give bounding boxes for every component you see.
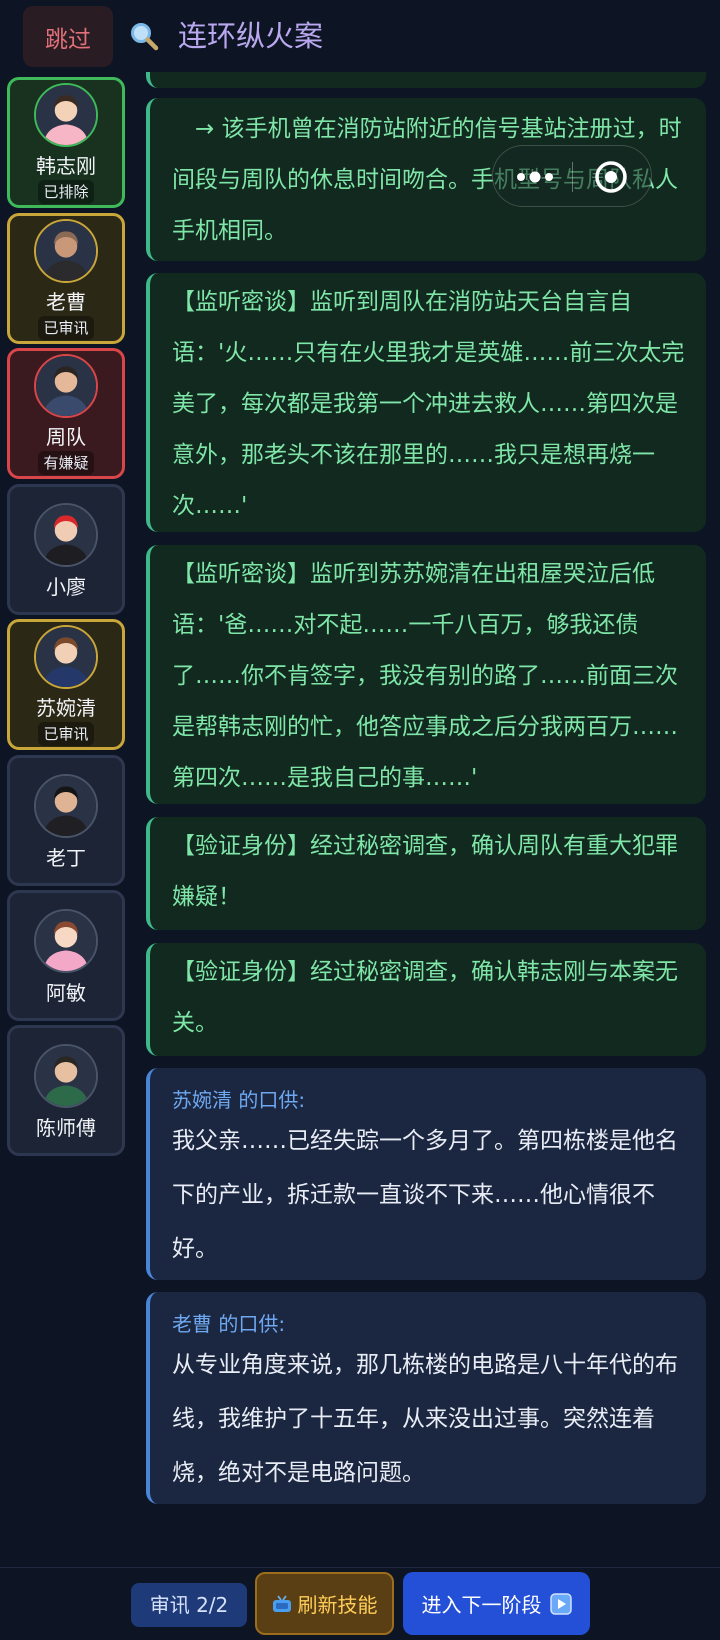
suspect-status-badge: 有嫌疑	[38, 451, 94, 475]
close-target-icon[interactable]	[593, 159, 629, 195]
testimony-card: 老曹 的口供: 从专业角度来说，那几栋楼的电路是八十年代的布线，我维护了十五年，…	[146, 1292, 706, 1504]
suspect-name: 阿敏	[46, 981, 86, 1005]
clue-text: 【监听密谈】监听到周队在消防站天台自言自语：'火……只有在火里我才是英雄……前三…	[172, 289, 685, 519]
suspect-card[interactable]: 韩志刚 已排除	[7, 77, 125, 208]
suspect-avatar	[34, 625, 98, 689]
search-icon	[131, 23, 159, 51]
clue-text: 【验证身份】经过秘密调查，确认周队有重大犯罪嫌疑！	[172, 833, 678, 910]
suspect-avatar	[34, 503, 98, 567]
suspect-card[interactable]: 苏婉清 已审讯	[7, 619, 125, 750]
suspect-card[interactable]: 老曹 已审讯	[7, 213, 125, 344]
next-stage-label: 进入下一阶段	[421, 1593, 542, 1617]
suspect-avatar	[34, 83, 98, 147]
interrogation-count: 审讯 2/2	[131, 1583, 247, 1627]
capsule-divider	[572, 162, 573, 192]
suspect-card[interactable]: 陈师傅	[7, 1025, 125, 1156]
testimony-text: 从专业角度来说，那几栋楼的电路是八十年代的布线，我维护了十五年，从来没出过事。突…	[172, 1352, 678, 1486]
more-options-icon[interactable]	[513, 162, 557, 192]
next-stage-button[interactable]: 进入下一阶段	[403, 1572, 590, 1635]
testimony-card: 苏婉清 的口供: 我父亲……已经失踪一个多月了。第四栋楼是他名下的产业，拆迁款一…	[146, 1068, 706, 1280]
suspect-name: 陈师傅	[36, 1116, 96, 1140]
refresh-skill-label: 刷新技能	[297, 1593, 378, 1617]
suspect-status-badge: 已排除	[38, 180, 94, 204]
clue-text: 【监听密谈】监听到苏苏婉清在出租屋哭泣后低语：'爸……对不起……一千八百万，够我…	[172, 561, 678, 791]
case-title: 连环纵火案	[178, 19, 324, 53]
suspect-card[interactable]: 阿敏	[7, 890, 125, 1021]
clue-card: 【监听密谈】监听到周队在消防站天台自言自语：'火……只有在火里我才是英雄……前三…	[146, 273, 706, 532]
testimony-speaker: 老曹 的口供:	[172, 1312, 286, 1336]
testimony-speaker: 苏婉清 的口供:	[172, 1088, 306, 1112]
suspect-avatar	[34, 774, 98, 838]
suspect-name: 老丁	[46, 846, 86, 870]
suspect-card[interactable]: 周队 有嫌疑	[7, 348, 125, 479]
suspect-name: 周队	[46, 425, 86, 449]
refresh-skill-button[interactable]: 刷新技能	[255, 1572, 394, 1635]
clue-card: 【验证身份】经过秘密调查，确认周队有重大犯罪嫌疑！	[146, 817, 706, 930]
mini-program-capsule	[492, 145, 652, 207]
suspect-name: 苏婉清	[36, 696, 96, 720]
suspect-status-badge: 已审讯	[38, 722, 94, 746]
suspect-card[interactable]: 老丁	[7, 755, 125, 886]
suspect-avatar	[34, 354, 98, 418]
clue-text: 【验证身份】经过秘密调查，确认韩志刚与本案无关。	[172, 959, 678, 1036]
suspect-avatar	[34, 909, 98, 973]
suspect-avatar	[34, 219, 98, 283]
suspect-name: 小廖	[46, 575, 86, 599]
top-bar: 跳过 连环纵火案	[0, 0, 720, 72]
clue-card: 【验证身份】经过秘密调查，确认韩志刚与本案无关。	[146, 943, 706, 1056]
log-card-partial	[146, 72, 706, 88]
clue-card: 【监听密谈】监听到苏苏婉清在出租屋哭泣后低语：'爸……对不起……一千八百万，够我…	[146, 545, 706, 804]
bottom-bar: 审讯 2/2 刷新技能 进入下一阶段	[0, 1567, 720, 1640]
skip-button[interactable]: 跳过	[23, 6, 113, 67]
suspect-avatar	[34, 1044, 98, 1108]
tv-icon	[272, 1594, 291, 1612]
suspect-name: 韩志刚	[36, 154, 96, 178]
suspect-name: 老曹	[46, 290, 86, 314]
testimony-text: 我父亲……已经失踪一个多月了。第四栋楼是他名下的产业，拆迁款一直谈不下来……他心…	[172, 1128, 678, 1262]
investigation-log: → 该手机曾在消防站附近的信号基站注册过，时间段与周队的休息时间吻合。手机型号与…	[146, 72, 706, 1567]
suspect-sidebar: 韩志刚 已排除 老曹 已审讯 周队 有嫌疑 小廖 苏婉清 已审讯 老丁 阿敏 陈师傅	[0, 72, 132, 1567]
play-icon	[549, 1592, 572, 1615]
suspect-status-badge: 已审讯	[38, 316, 94, 340]
suspect-card[interactable]: 小廖	[7, 484, 125, 615]
